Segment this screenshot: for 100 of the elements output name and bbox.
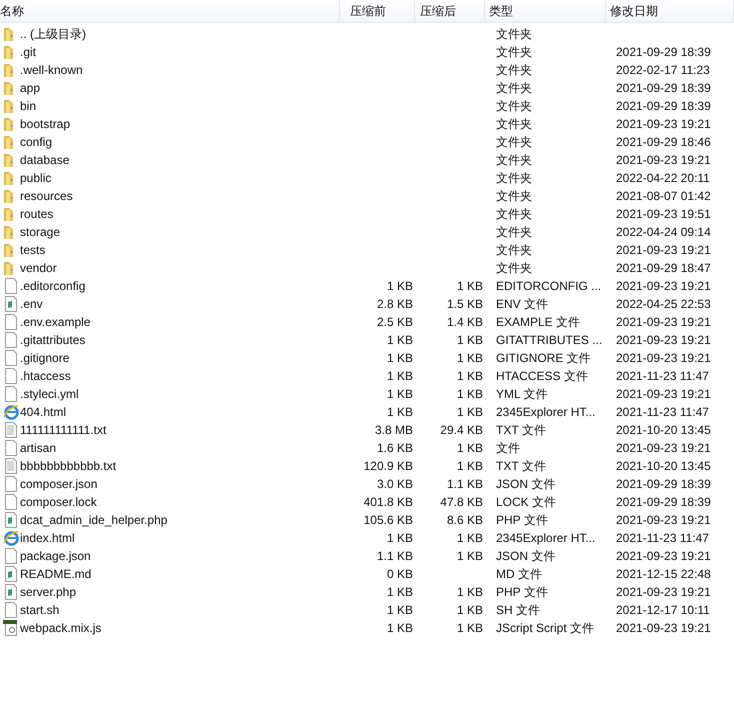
column-header[interactable]: 名称 [0, 0, 340, 22]
compressed-size: 1 KB [456, 531, 483, 545]
file-name[interactable]: webpack.mix.js [20, 621, 102, 635]
modified-date: 2021-09-23 19:21 [616, 243, 711, 257]
file-name[interactable]: composer.lock [20, 495, 97, 509]
original-size: 1 KB [386, 333, 413, 347]
file-type: PHP 文件 [496, 584, 548, 598]
modified-date: 2021-09-23 19:21 [616, 513, 711, 527]
file-name[interactable]: app [20, 81, 40, 95]
compressed-size: 29.4 KB [440, 423, 483, 437]
compressed-size: 1 KB [456, 441, 483, 455]
file-type: JScript Script 文件 [496, 620, 594, 634]
file-icon [3, 350, 19, 366]
file-name[interactable]: .gitattributes [20, 333, 86, 347]
file-name[interactable]: .styleci.yml [20, 387, 79, 401]
modified-date: 2021-11-23 11:47 [616, 369, 709, 383]
file-name[interactable]: .. (上级目录) [20, 26, 86, 42]
file-name[interactable]: .env.example [20, 315, 90, 329]
original-size: 2.5 KB [376, 315, 413, 329]
file-name[interactable]: .editorconfig [20, 279, 86, 293]
column-header[interactable]: 类型 [485, 0, 606, 22]
file-icon [3, 548, 19, 564]
file-name[interactable]: tests [20, 243, 46, 257]
file-name[interactable]: server.php [20, 585, 76, 599]
original-size: 1.6 KB [376, 441, 413, 455]
file-name[interactable]: index.html [20, 531, 75, 545]
modified-date: 2022-02-17 11:23 [616, 63, 710, 77]
file-icon [3, 602, 19, 618]
file-name[interactable]: bootstrap [20, 117, 70, 131]
compressed-size: 1 KB [456, 279, 483, 293]
file-type: 2345Explorer HT... [496, 531, 596, 545]
compressed-size: 1.1 KB [446, 477, 483, 491]
modified-date: 2021-09-29 18:46 [616, 135, 711, 149]
original-size: 1 KB [386, 387, 413, 401]
original-size: 1 KB [386, 405, 413, 419]
modified-date: 2021-11-23 11:47 [616, 405, 709, 419]
compressed-size: 1 KB [456, 459, 483, 473]
file-name[interactable]: database [20, 153, 70, 167]
file-name[interactable]: 404.html [20, 405, 66, 419]
original-size: 1 KB [386, 531, 413, 545]
file-name[interactable]: .well-known [20, 63, 83, 77]
file-name[interactable]: README.md [20, 567, 92, 581]
file-type: 文件夹 [496, 44, 532, 58]
document-icon [3, 296, 19, 312]
modified-date: 2021-09-23 19:21 [616, 549, 711, 563]
compressed-size: 8.6 KB [446, 513, 483, 527]
modified-date: 2021-09-29 18:39 [616, 495, 711, 509]
file-name[interactable]: resources [20, 189, 73, 203]
column-header[interactable]: 修改日期 [606, 0, 734, 22]
file-name[interactable]: artisan [20, 441, 56, 455]
file-type: TXT 文件 [496, 458, 546, 472]
file-icon [3, 494, 19, 510]
file-type: 文件夹 [496, 170, 532, 184]
original-size: 3.0 KB [376, 477, 413, 491]
file-name[interactable]: config [20, 135, 52, 149]
modified-date: 2022-04-25 22:53 [616, 297, 711, 311]
modified-date: 2021-11-23 11:47 [616, 531, 709, 545]
file-type: SH 文件 [496, 602, 540, 616]
modified-date: 2021-09-29 18:39 [616, 45, 711, 59]
file-type: GITATTRIBUTES ... [496, 333, 602, 347]
file-name[interactable]: bbbbbbbbbbbb.txt [20, 459, 116, 473]
modified-date: 2021-09-29 18:39 [616, 99, 711, 113]
original-size: 1 KB [386, 351, 413, 365]
file-type: GITIGNORE 文件 [496, 350, 591, 364]
compressed-size: 1 KB [456, 369, 483, 383]
text-file-icon [3, 422, 19, 438]
file-name[interactable]: public [20, 171, 52, 185]
file-type: PHP 文件 [496, 512, 548, 526]
file-type: 文件夹 [496, 98, 532, 112]
modified-date: 2021-08-07 01:42 [616, 189, 711, 203]
file-name[interactable]: vendor [20, 261, 57, 275]
column-header[interactable]: 压缩后 [415, 0, 485, 22]
file-name[interactable]: .git [20, 45, 36, 59]
file-type: EDITORCONFIG ... [496, 279, 602, 293]
compressed-size: 1.5 KB [446, 297, 483, 311]
column-header[interactable]: 压缩前 [340, 0, 415, 22]
web-page-icon [3, 404, 19, 420]
file-name[interactable]: bin [20, 99, 36, 113]
file-name[interactable]: .gitignore [20, 351, 70, 365]
file-type: 文件夹 [496, 152, 532, 166]
compressed-size: 1 KB [456, 549, 483, 563]
document-icon [3, 512, 19, 528]
original-size: 3.8 MB [374, 423, 413, 437]
file-name[interactable]: composer.json [20, 477, 98, 491]
file-name[interactable]: .htaccess [20, 369, 71, 383]
original-size: 2.8 KB [376, 297, 413, 311]
file-name[interactable]: routes [20, 207, 54, 221]
file-icon [3, 368, 19, 384]
file-type: 文件夹 [496, 134, 532, 148]
file-name[interactable]: .env [20, 297, 43, 311]
file-name[interactable]: dcat_admin_ide_helper.php [20, 513, 168, 527]
file-name[interactable]: package.json [20, 549, 91, 563]
compressed-size: 1 KB [456, 387, 483, 401]
modified-date: 2021-09-23 19:21 [616, 117, 711, 131]
file-name[interactable]: storage [20, 225, 60, 239]
file-name[interactable]: 111111111111.txt [20, 423, 106, 437]
modified-date: 2021-09-23 19:21 [616, 621, 711, 635]
file-type: MD 文件 [496, 566, 542, 580]
file-name[interactable]: start.sh [20, 603, 60, 617]
modified-date: 2021-09-23 19:21 [616, 441, 711, 455]
